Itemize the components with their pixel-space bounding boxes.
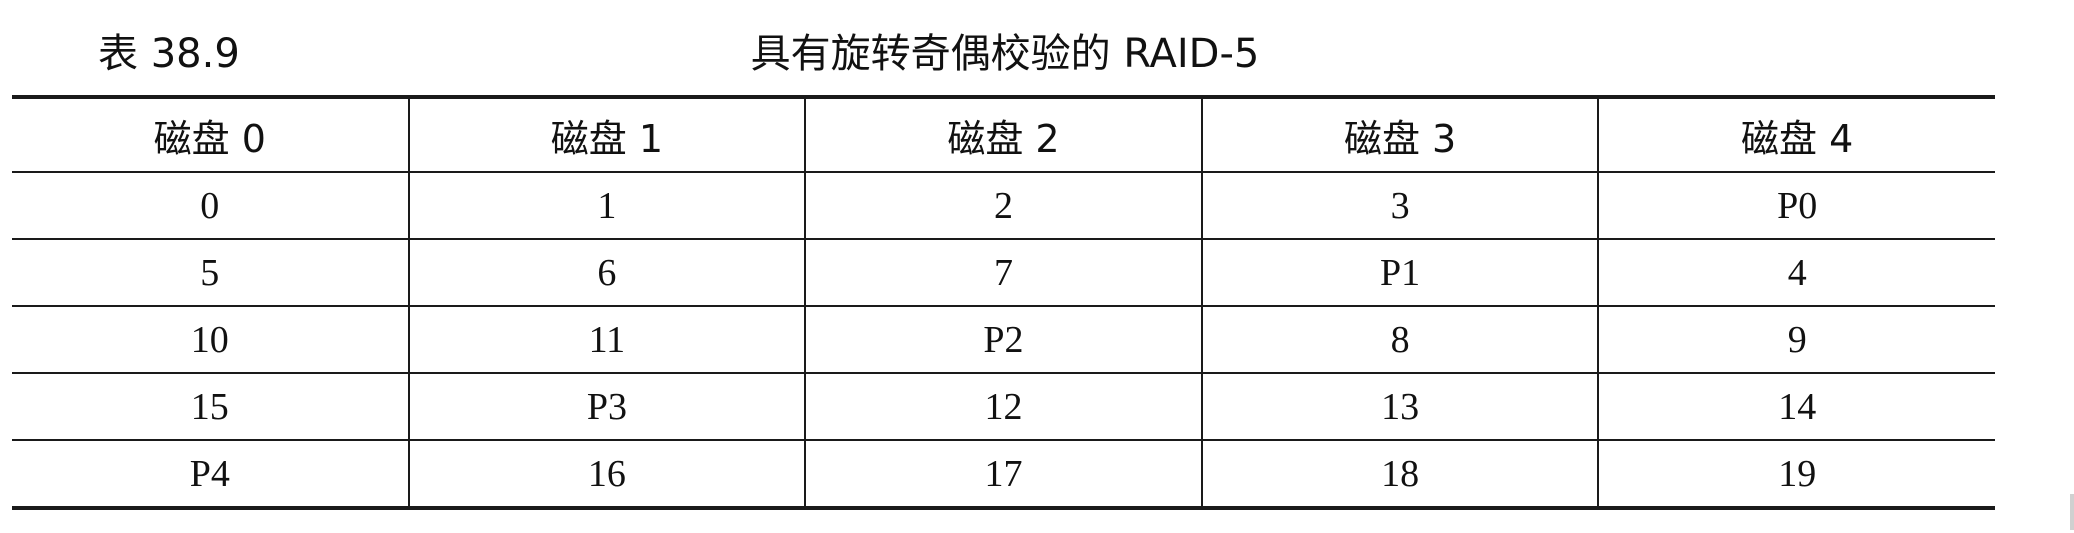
raid5-table: 磁盘 0 磁盘 1 磁盘 2 磁盘 3 磁盘 4 0 1 2 3 P0 5 6 … xyxy=(12,95,1995,510)
table-cell: 1 xyxy=(407,172,807,240)
table-cell: 3 xyxy=(1200,172,1600,240)
column-header-disk-1: 磁盘 1 xyxy=(407,97,807,173)
table-cell: 12 xyxy=(804,373,1203,441)
table-cell: 18 xyxy=(1200,440,1600,508)
table-cell: 9 xyxy=(1597,306,1995,374)
parity-cell: P0 xyxy=(1597,172,1995,240)
table-cell: 19 xyxy=(1597,440,1995,508)
parity-cell: P2 xyxy=(804,306,1203,374)
parity-cell: P4 xyxy=(12,440,410,508)
table-cell: 4 xyxy=(1597,239,1995,307)
table-cell: 14 xyxy=(1597,373,1995,441)
table-cell: 16 xyxy=(407,440,807,508)
parity-cell: P3 xyxy=(407,373,807,441)
parity-cell: P1 xyxy=(1200,239,1600,307)
table-row: 0 1 2 3 P0 xyxy=(12,172,1995,240)
table-row: 15 P3 12 13 14 xyxy=(12,373,1995,441)
table-cell: 2 xyxy=(804,172,1203,240)
scrollbar-edge[interactable] xyxy=(2070,494,2074,530)
table-cell: 0 xyxy=(12,172,410,240)
table-cell: 7 xyxy=(804,239,1203,307)
header-row: 磁盘 0 磁盘 1 磁盘 2 磁盘 3 磁盘 4 xyxy=(12,97,1995,173)
raid5-table-container: 磁盘 0 磁盘 1 磁盘 2 磁盘 3 磁盘 4 0 1 2 3 P0 5 6 … xyxy=(12,95,1995,510)
table-row: 10 11 P2 8 9 xyxy=(12,306,1995,374)
table-cell: 17 xyxy=(804,440,1203,508)
column-header-disk-4: 磁盘 4 xyxy=(1597,97,1995,173)
table-cell: 11 xyxy=(407,306,807,374)
table-cell: 10 xyxy=(12,306,410,374)
table-row: P4 16 17 18 19 xyxy=(12,440,1995,508)
column-header-disk-2: 磁盘 2 xyxy=(804,97,1203,173)
column-header-disk-0: 磁盘 0 xyxy=(12,97,410,173)
table-cell: 8 xyxy=(1200,306,1600,374)
table-cell: 15 xyxy=(12,373,410,441)
table-row: 5 6 7 P1 4 xyxy=(12,239,1995,307)
table-title: 具有旋转奇偶校验的 RAID-5 xyxy=(750,31,1260,77)
table-cell: 5 xyxy=(12,239,410,307)
column-header-disk-3: 磁盘 3 xyxy=(1200,97,1600,173)
table-cell: 13 xyxy=(1200,373,1600,441)
table-cell: 6 xyxy=(407,239,807,307)
table-caption: 表 38.9 具有旋转奇偶校验的 RAID-5 xyxy=(0,22,2074,86)
